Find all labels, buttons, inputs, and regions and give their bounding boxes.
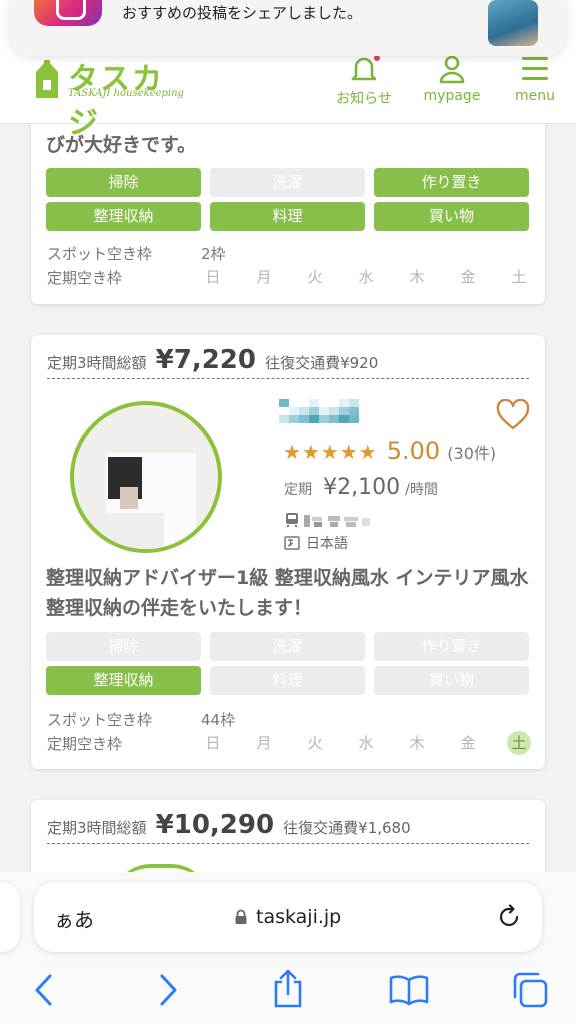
- share-notification-banner[interactable]: おすすめの投稿をシェアしました。: [10, 0, 566, 56]
- avatar[interactable]: [70, 401, 222, 553]
- photo-mosaic-shirt: [104, 513, 164, 549]
- domain-text: taskaji.jp: [256, 906, 342, 928]
- transport-fee: 往復交通費¥920: [265, 354, 379, 372]
- housekeeper-name-blurred[interactable]: [279, 399, 359, 425]
- spot-availability-value: 44枠: [201, 711, 236, 729]
- weekday-slot: 金: [460, 268, 476, 286]
- service-tag: 洗濯: [210, 168, 365, 197]
- availability: スポット空き枠 2枠 定期空き枠 日 月 火 水 木 金 土: [47, 243, 531, 291]
- nav-mypage[interactable]: mypage: [412, 54, 492, 104]
- service-tag: 掃除: [46, 168, 201, 197]
- nav-menu[interactable]: menu: [495, 54, 575, 104]
- weekday-slot: 日: [205, 268, 221, 286]
- forward-icon[interactable]: [156, 972, 180, 1008]
- weekday-slot: 火: [307, 268, 323, 286]
- rate-value: ¥2,100: [323, 475, 401, 500]
- person-icon: [439, 55, 465, 84]
- bell-icon: [351, 55, 380, 81]
- weekday-slot: 土: [511, 268, 527, 286]
- back-icon[interactable]: [32, 972, 56, 1008]
- tabs-icon[interactable]: [510, 970, 550, 1010]
- nearest-station: [284, 511, 374, 529]
- weekday-slot: 金: [460, 734, 476, 752]
- regular-availability-label: 定期空き枠: [47, 735, 123, 753]
- star-icons: ★★★★★: [283, 440, 378, 464]
- service-tag: 買い物: [374, 666, 529, 695]
- lock-icon: [235, 909, 247, 924]
- brand-subtitle: TASKAJI housekeeping: [68, 88, 184, 99]
- taskaji-logo[interactable]: タスカジ TASKAJI housekeeping: [32, 58, 192, 141]
- station-name-blurred: [304, 515, 370, 527]
- service-tag: 買い物: [374, 202, 529, 231]
- rating: ★★★★★ 5.00 (30件): [283, 437, 496, 465]
- reload-icon[interactable]: [496, 904, 522, 930]
- transport-fee: 往復交通費¥1,680: [283, 819, 411, 837]
- heart-icon[interactable]: [495, 399, 531, 431]
- service-tags: 掃除 洗濯 作り置き整理収納 料理 買い物: [46, 632, 530, 695]
- service-tag: 洗濯: [210, 632, 365, 661]
- weekday-slot: 日: [205, 734, 221, 752]
- nav-menu-label: menu: [515, 88, 555, 104]
- weekday-slot: 水: [358, 268, 374, 286]
- notification-text: おすすめの投稿をシェアしました。: [122, 4, 363, 22]
- weekday-slot: 土: [507, 731, 531, 755]
- regular-availability-label: 定期空き枠: [47, 269, 123, 287]
- language-value: 日本語: [306, 536, 348, 552]
- service-tags: 掃除 洗濯 作り置き整理収納 料理 買い物: [46, 168, 530, 231]
- rate-unit: /時間: [405, 482, 438, 498]
- weekday-slot: 水: [358, 734, 374, 752]
- weekday-slot: 木: [409, 734, 425, 752]
- weekday-slot: 木: [409, 268, 425, 286]
- weekday-slot: 月: [256, 268, 272, 286]
- card-tagline: 整理収納アドバイザー1級 整理収納風水 インテリア風水 整理収納の伴走をいたしま…: [46, 567, 529, 619]
- service-tag: 料理: [210, 202, 365, 231]
- address-bar[interactable]: ぁあ taskaji.jp: [34, 882, 542, 952]
- previous-tab-pill[interactable]: [0, 882, 20, 952]
- service-tag: 整理収納: [46, 666, 201, 695]
- service-tag: 整理収納: [46, 202, 201, 231]
- hourly-rate: 定期 ¥2,100 /時間: [284, 475, 438, 500]
- hamburger-icon: [522, 57, 548, 80]
- service-tag: 掃除: [46, 632, 201, 661]
- price-row: 定期3時間総額 ¥7,220 往復交通費¥920: [47, 345, 529, 379]
- translate-icon: [284, 536, 300, 550]
- housekeeper-card[interactable]: 定期3時間総額 ¥7,220 往復交通費¥920 ★★★★★ 5.00 (30件…: [31, 335, 545, 769]
- post-thumbnail: [488, 0, 538, 46]
- spot-availability-label: スポット空き枠: [47, 711, 153, 729]
- price-label: 定期3時間総額: [47, 819, 147, 837]
- nav-mypage-label: mypage: [423, 88, 481, 104]
- photo-mosaic-face: [120, 487, 138, 509]
- price-row: 定期3時間総額 ¥10,290 往復交通費¥1,680: [47, 810, 529, 844]
- instagram-icon: [34, 0, 102, 26]
- weekday-slot: 月: [256, 734, 272, 752]
- availability: スポット空き枠 44枠 定期空き枠 日 月 火 水 木 金 土: [47, 709, 531, 757]
- price-value: ¥7,220: [155, 345, 256, 375]
- price-label: 定期3時間総額: [47, 354, 147, 372]
- rate-label: 定期: [284, 482, 312, 498]
- nav-notifications[interactable]: お知らせ: [324, 54, 404, 108]
- rating-score: 5.00: [386, 437, 441, 465]
- price-value: ¥10,290: [155, 810, 275, 840]
- service-tag: 作り置き: [374, 168, 529, 197]
- house-icon: [36, 60, 58, 98]
- service-tag: 作り置き: [374, 632, 529, 661]
- train-icon: [286, 513, 298, 527]
- service-tag: 料理: [210, 666, 365, 695]
- text-size-button[interactable]: ぁあ: [54, 904, 94, 933]
- weekday-slot: 火: [307, 734, 323, 752]
- language: 日本語: [284, 533, 348, 553]
- address-domain[interactable]: taskaji.jp: [234, 906, 341, 928]
- share-icon[interactable]: [272, 968, 304, 1008]
- spot-availability-label: スポット空き枠: [47, 245, 153, 263]
- nav-notifications-label: お知らせ: [336, 91, 392, 107]
- spot-availability-value: 2枠: [201, 245, 226, 263]
- bookmarks-icon[interactable]: [388, 974, 430, 1006]
- review-count: (30件): [447, 444, 497, 463]
